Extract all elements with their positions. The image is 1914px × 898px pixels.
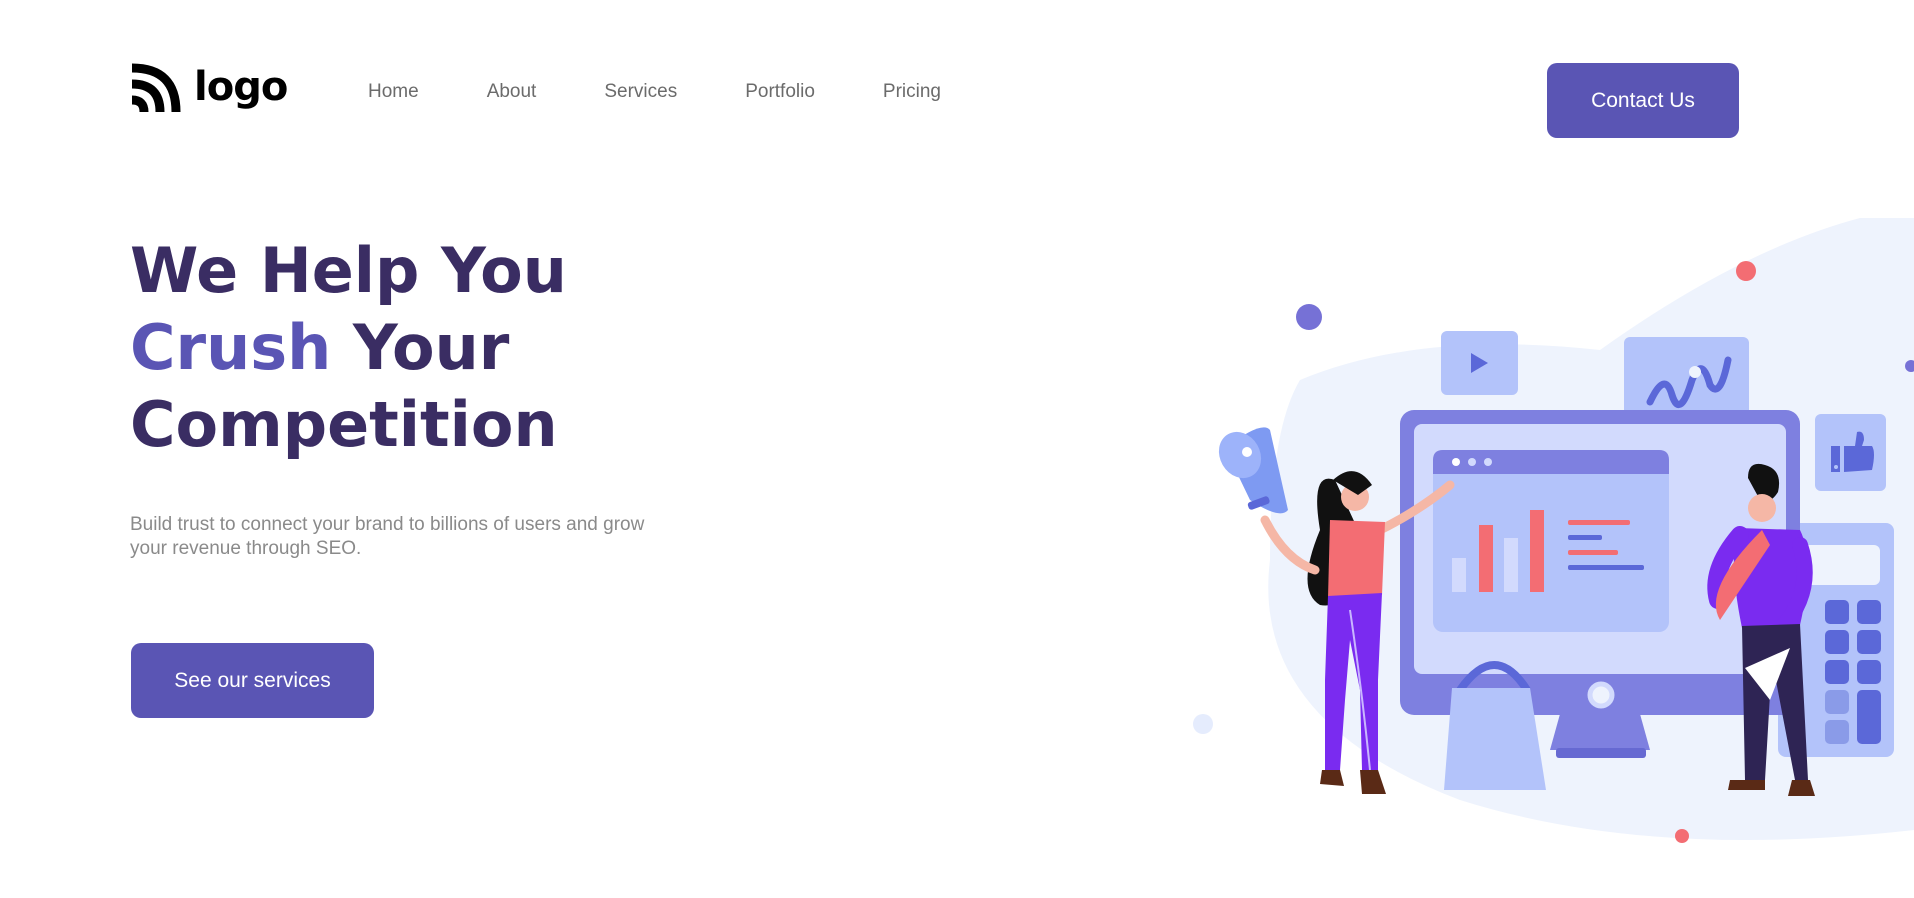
hero-title-accent: Crush — [130, 311, 332, 384]
hero-title-line-1: We Help You — [130, 234, 567, 307]
nav-item-pricing[interactable]: Pricing — [883, 80, 941, 104]
nav-item-about[interactable]: About — [487, 80, 537, 104]
nav-item-home[interactable]: Home — [368, 80, 419, 104]
hero-illustration — [1193, 218, 1914, 843]
brand-logo[interactable]: logo — [130, 60, 288, 114]
decor-dot-light — [1193, 714, 1213, 734]
hero-title-line-3: Competition — [130, 388, 558, 461]
decor-dot-pink-bottom — [1675, 829, 1689, 843]
play-icon — [1441, 331, 1518, 395]
decor-dot-purple — [1296, 304, 1322, 330]
nav-item-portfolio[interactable]: Portfolio — [745, 80, 815, 104]
megaphone-icon — [1218, 427, 1288, 514]
decor-dot-pink-top — [1736, 261, 1756, 281]
nav-item-services[interactable]: Services — [604, 80, 677, 104]
main-nav: Home About Services Portfolio Pricing — [368, 80, 1009, 104]
see-services-button[interactable]: See our services — [131, 643, 374, 718]
hero-title: We Help You Crush Your Competition — [130, 232, 567, 463]
contact-us-button[interactable]: Contact Us — [1547, 63, 1739, 138]
logo-text: logo — [194, 64, 288, 110]
hero-title-line-2: Your — [331, 311, 510, 384]
thumbs-up-icon — [1815, 414, 1886, 491]
logo-mark-icon — [131, 63, 181, 113]
hero-subtitle: Build trust to connect your brand to bil… — [130, 514, 645, 559]
